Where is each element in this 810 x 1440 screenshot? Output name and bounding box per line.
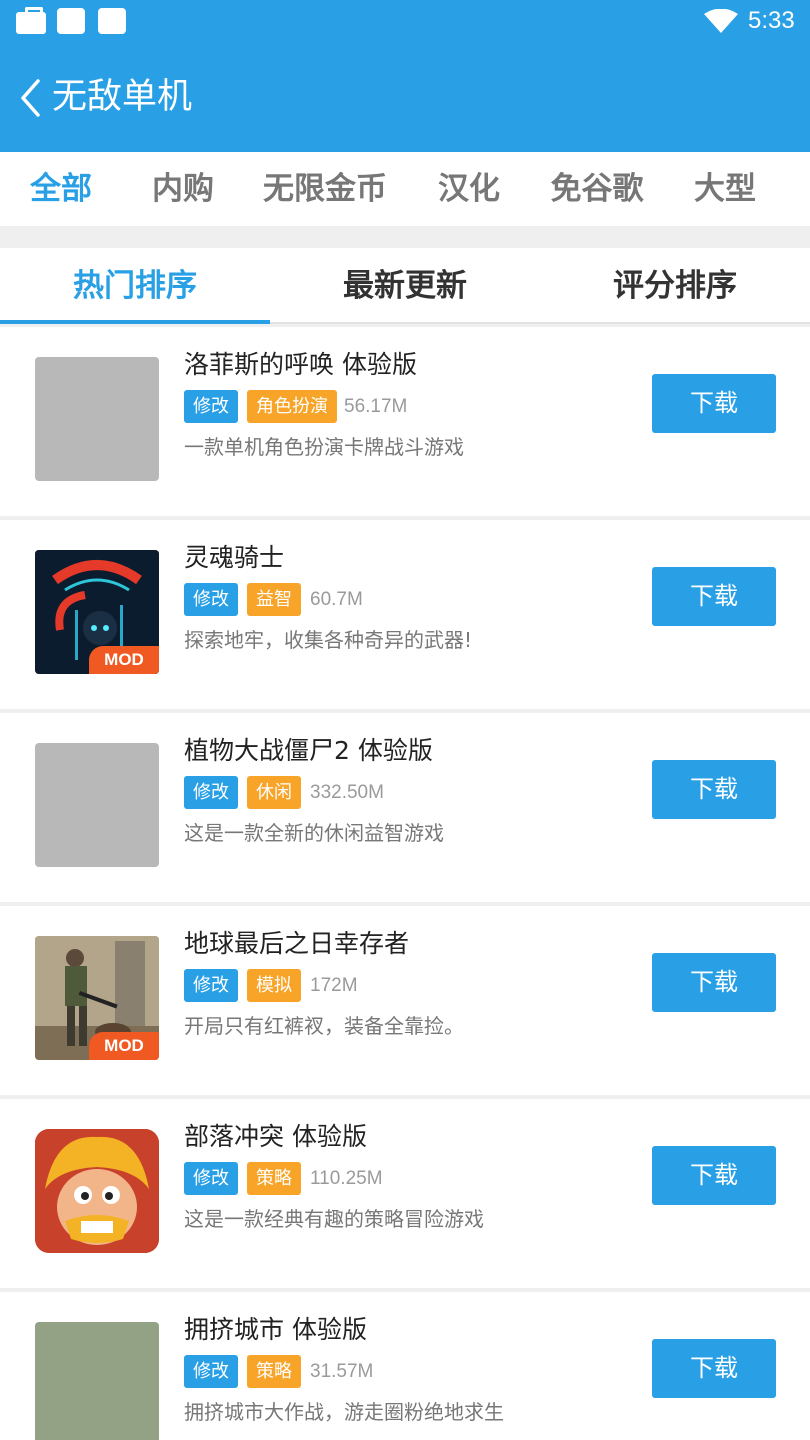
app-size: 332.50M bbox=[310, 782, 384, 803]
app-size: 110.25M bbox=[310, 1168, 383, 1189]
download-button[interactable]: 下载 bbox=[652, 760, 776, 819]
category-tag: 策略 bbox=[247, 1162, 301, 1195]
sort-tab-latest[interactable]: 最新更新 bbox=[270, 248, 540, 324]
download-button[interactable]: 下载 bbox=[652, 1339, 776, 1398]
app-description: 探索地牢，收集各种奇异的武器! bbox=[184, 628, 473, 652]
download-button[interactable]: 下载 bbox=[652, 953, 776, 1012]
category-tag: 模拟 bbox=[247, 969, 301, 1002]
list-item[interactable]: 部落冲突 体验版 修改 策略 110.25M 这是一款经典有趣的策略冒险游戏 下… bbox=[0, 1099, 810, 1288]
page-title: 无敌单机 bbox=[52, 77, 193, 117]
app-name: 洛菲斯的呼唤 体验版 bbox=[184, 350, 417, 379]
download-button[interactable]: 下载 bbox=[652, 1146, 776, 1205]
app-name: 植物大战僵尸2 体验版 bbox=[184, 736, 433, 765]
app-icon[interactable] bbox=[35, 743, 159, 867]
app-size: 172M bbox=[310, 975, 358, 996]
app-icon[interactable] bbox=[35, 1322, 159, 1440]
soul-knight-icon[interactable]: MOD bbox=[35, 550, 159, 674]
app-description: 这是一款全新的休闲益智游戏 bbox=[184, 821, 444, 845]
app-name: 部落冲突 体验版 bbox=[184, 1122, 367, 1151]
app-header: 5:33 无敌单机 bbox=[0, 0, 810, 152]
mod-tag: 修改 bbox=[184, 776, 238, 809]
status-bar: 5:33 bbox=[0, 0, 810, 44]
list-item[interactable]: 拥挤城市 体验版 修改 策略 31.57M 拥挤城市大作战，游走圈粉绝地求生 下… bbox=[0, 1292, 810, 1440]
app-list: 洛菲斯的呼唤 体验版 修改 角色扮演 56.17M 一款单机角色扮演卡牌战斗游戏… bbox=[0, 327, 810, 1440]
app-name: 灵魂骑士 bbox=[184, 543, 285, 572]
list-item[interactable]: 洛菲斯的呼唤 体验版 修改 角色扮演 56.17M 一款单机角色扮演卡牌战斗游戏… bbox=[0, 327, 810, 516]
download-button[interactable]: 下载 bbox=[652, 567, 776, 626]
notification-icon bbox=[98, 8, 126, 34]
active-tab-indicator bbox=[0, 320, 270, 324]
briefcase-icon bbox=[16, 7, 46, 34]
notification-icon bbox=[57, 8, 85, 34]
category-tag: 益智 bbox=[247, 583, 301, 616]
mod-tag: 修改 bbox=[184, 1355, 238, 1388]
app-description: 一款单机角色扮演卡牌战斗游戏 bbox=[184, 435, 464, 459]
barbarian-icon[interactable] bbox=[35, 1129, 159, 1253]
mod-badge: MOD bbox=[89, 646, 159, 674]
category-tag: 策略 bbox=[247, 1355, 301, 1388]
sort-tab-hot[interactable]: 热门排序 bbox=[0, 248, 270, 324]
wifi-icon bbox=[704, 9, 738, 33]
category-tab-bar: 全部 内购 无限金币 汉化 免谷歌 大型 bbox=[0, 152, 810, 226]
app-description: 开局只有红裤衩，装备全靠捡。 bbox=[184, 1014, 464, 1038]
app-name: 拥挤城市 体验版 bbox=[184, 1315, 367, 1344]
list-item[interactable]: MOD 地球最后之日幸存者 修改 模拟 172M 开局只有红裤衩，装备全靠捡。 … bbox=[0, 906, 810, 1095]
barbarian-art bbox=[35, 1129, 159, 1253]
category-tab-no-google[interactable]: 免谷歌 bbox=[540, 152, 654, 226]
app-description: 这是一款经典有趣的策略冒险游戏 bbox=[184, 1207, 484, 1231]
app-size: 31.57M bbox=[310, 1361, 374, 1382]
list-item[interactable]: 植物大战僵尸2 体验版 修改 休闲 332.50M 这是一款全新的休闲益智游戏 … bbox=[0, 713, 810, 902]
mod-tag: 修改 bbox=[184, 583, 238, 616]
mod-badge: MOD bbox=[89, 1032, 159, 1060]
mod-tag: 修改 bbox=[184, 969, 238, 1002]
app-description: 拥挤城市大作战，游走圈粉绝地求生 bbox=[184, 1400, 504, 1424]
category-tab-chinese[interactable]: 汉化 bbox=[418, 152, 520, 226]
status-time: 5:33 bbox=[748, 7, 795, 34]
category-tag: 角色扮演 bbox=[247, 390, 337, 423]
back-arrow-icon[interactable] bbox=[18, 78, 46, 118]
mod-tag: 修改 bbox=[184, 390, 238, 423]
category-tab-large[interactable]: 大型 bbox=[674, 152, 776, 226]
download-button[interactable]: 下载 bbox=[652, 374, 776, 433]
category-tab-unlimited-coins[interactable]: 无限金币 bbox=[254, 152, 396, 226]
app-name: 地球最后之日幸存者 bbox=[184, 929, 410, 958]
mod-tag: 修改 bbox=[184, 1162, 238, 1195]
app-size: 56.17M bbox=[344, 396, 408, 417]
sort-tab-bar: 热门排序 最新更新 评分排序 bbox=[0, 248, 810, 324]
sort-tab-rating[interactable]: 评分排序 bbox=[540, 248, 810, 324]
category-tag: 休闲 bbox=[247, 776, 301, 809]
list-item[interactable]: MOD 灵魂骑士 修改 益智 60.7M 探索地牢，收集各种奇异的武器! 下载 bbox=[0, 520, 810, 709]
category-tab-all[interactable]: 全部 bbox=[10, 152, 112, 226]
survivor-icon[interactable]: MOD bbox=[35, 936, 159, 1060]
app-size: 60.7M bbox=[310, 589, 363, 610]
app-icon[interactable] bbox=[35, 357, 159, 481]
category-tab-iap[interactable]: 内购 bbox=[132, 152, 234, 226]
toolbar: 无敌单机 bbox=[0, 56, 810, 140]
